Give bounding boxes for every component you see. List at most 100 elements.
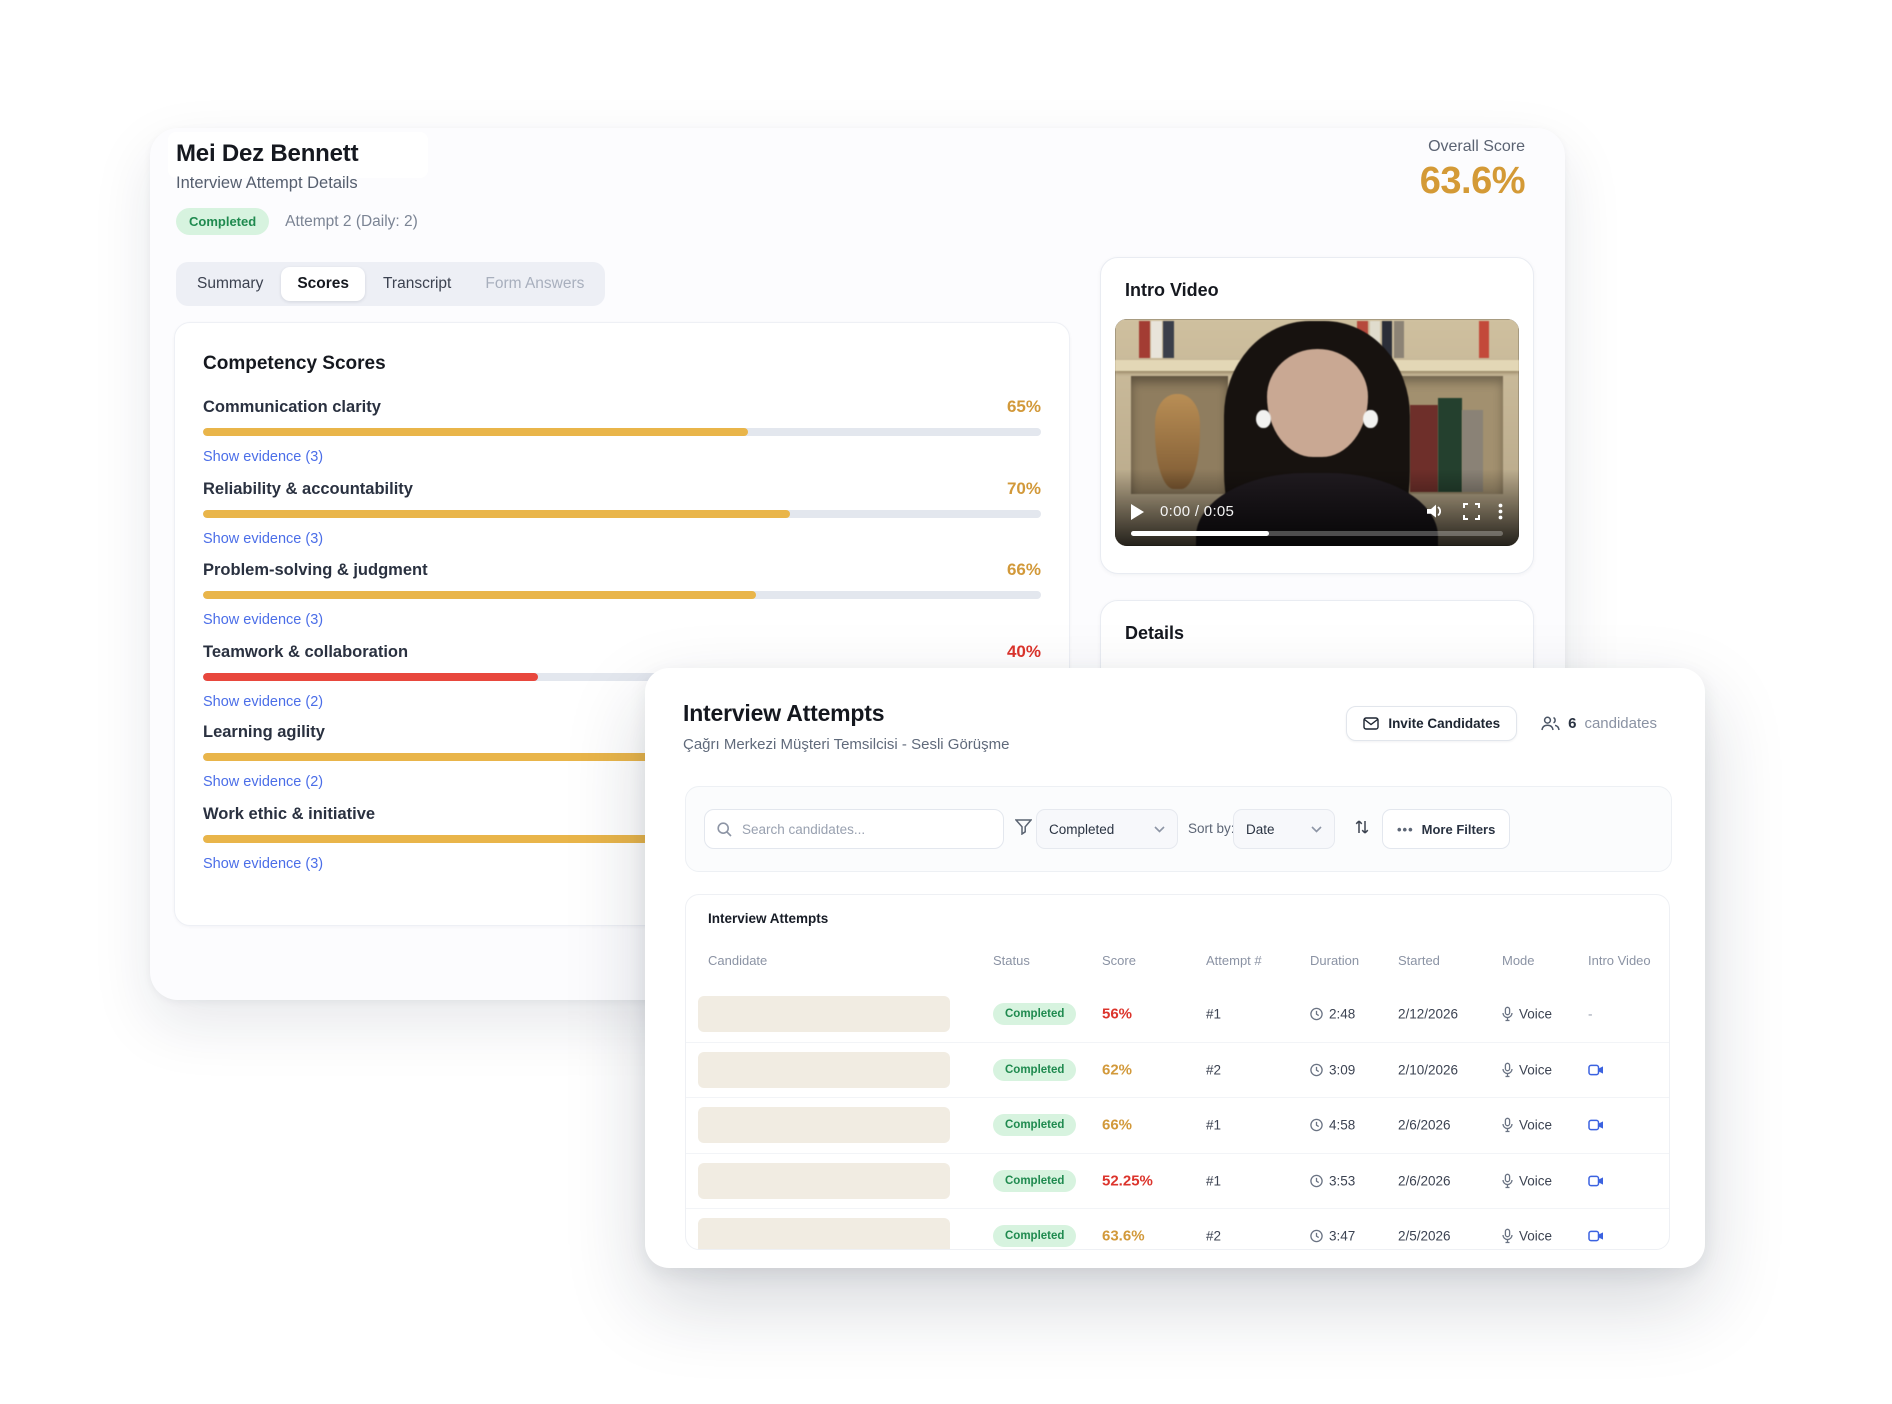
table-row[interactable]: Completed 66% #1 4:58 2/6/2026 Voice [686, 1097, 1669, 1153]
show-evidence-link[interactable]: Show evidence (3) [203, 856, 323, 872]
microphone-icon [1502, 1228, 1513, 1244]
row-attempt-number: #1 [1206, 1006, 1222, 1022]
show-evidence-link[interactable]: Show evidence (3) [203, 612, 323, 628]
overall-score: Overall Score 63.6% [1419, 138, 1526, 203]
microphone-icon [1502, 1062, 1513, 1077]
search-candidates-box[interactable] [704, 809, 1004, 849]
competency-score-value: 40% [1006, 641, 1041, 661]
tab-transcript[interactable]: Transcript [367, 267, 467, 301]
show-evidence-link[interactable]: Show evidence (3) [203, 449, 323, 465]
column-header-started: Started [1398, 953, 1440, 968]
row-status-badge: Completed [993, 1225, 1077, 1248]
sort-direction-icon[interactable] [1354, 818, 1370, 836]
sort-select[interactable]: Date [1233, 809, 1335, 849]
fullscreen-icon[interactable] [1463, 503, 1480, 520]
competency-progress-fill [203, 509, 790, 518]
row-mode: Voice [1502, 1007, 1552, 1022]
attempts-table: Interview Attempts Candidate Status Score A… [685, 894, 1670, 1250]
chevron-down-icon [1311, 825, 1322, 833]
clock-icon [1310, 1063, 1323, 1076]
show-evidence-link[interactable]: Show evidence (2) [203, 774, 323, 790]
video-camera-icon[interactable] [1588, 1230, 1604, 1242]
column-header-score: Score [1102, 953, 1136, 968]
attempt-info: Attempt 2 (Daily: 2) [285, 212, 418, 230]
table-row[interactable]: Completed 62% #2 3:09 2/10/2026 Voice [686, 1041, 1669, 1098]
competency-score-value: 66% [1006, 560, 1041, 579]
table-section-title: Interview Attempts [708, 911, 829, 926]
row-intro-video [1588, 1175, 1604, 1187]
details-title: Details [1125, 623, 1185, 643]
row-started-date: 2/10/2026 [1398, 1062, 1459, 1078]
volume-icon[interactable] [1426, 503, 1445, 520]
table-row[interactable]: Completed 52.25% #1 3:53 2/6/2026 Voice [686, 1152, 1669, 1209]
table-header-row: Candidate Status Score Attempt # Duration Sta… [686, 953, 1669, 977]
row-started-date: 2/5/2026 [1398, 1228, 1451, 1244]
video-camera-icon[interactable] [1588, 1119, 1604, 1131]
table-row[interactable]: Completed 56% #1 2:48 2/12/2026 Voice - [686, 987, 1669, 1042]
filter-funnel-icon[interactable] [1015, 819, 1032, 835]
column-header-duration: Duration [1310, 953, 1360, 968]
row-duration: 4:58 [1310, 1118, 1355, 1133]
row-duration: 3:47 [1310, 1229, 1355, 1244]
table-rows: Completed 56% #1 2:48 2/12/2026 Voice - … [686, 987, 1669, 1249]
play-button-icon[interactable] [1131, 503, 1144, 520]
competency-progress-track [203, 509, 1041, 518]
video-progress-bar[interactable] [1131, 531, 1503, 536]
video-player[interactable]: 0:00 / 0:05 [1115, 319, 1519, 546]
clock-icon [1310, 1230, 1323, 1243]
competency-row: Reliability & accountability 70% Show ev… [203, 479, 1041, 561]
tab-summary[interactable]: Summary [181, 267, 279, 301]
row-status-badge: Completed [993, 1169, 1077, 1192]
intro-video-card: Intro Video 0:00 / 0:05 [1100, 257, 1534, 574]
row-duration: 3:09 [1310, 1062, 1355, 1077]
column-header-intro-video: Intro Video [1588, 953, 1651, 968]
show-evidence-link[interactable]: Show evidence (3) [203, 531, 323, 547]
show-evidence-link[interactable]: Show evidence (2) [203, 694, 323, 710]
row-duration: 3:53 [1310, 1173, 1355, 1188]
microphone-icon [1502, 1006, 1513, 1022]
competency-label: Problem-solving & judgment [203, 561, 428, 579]
candidate-count: 6 candidates [1541, 715, 1657, 732]
tab-form-answers[interactable]: Form Answers [469, 267, 600, 301]
video-progress-fill [1131, 531, 1269, 536]
competency-progress-track [203, 591, 1041, 599]
tab-scores[interactable]: Scores [281, 267, 366, 301]
competency-label: Learning agility [203, 723, 325, 741]
row-score: 56% [1102, 1005, 1133, 1023]
row-score: 52.25% [1102, 1172, 1153, 1190]
ellipsis-icon: ••• [1397, 821, 1414, 837]
row-attempt-number: #1 [1206, 1117, 1222, 1133]
row-intro-video [1588, 1064, 1604, 1076]
table-row[interactable]: Completed 63.6% #2 3:47 2/5/2026 Voice [686, 1208, 1669, 1249]
row-score: 66% [1102, 1116, 1133, 1134]
competency-label: Work ethic & initiative [203, 804, 376, 823]
envelope-icon [1363, 717, 1380, 730]
more-options-icon[interactable] [1498, 503, 1503, 520]
competency-progress-fill [203, 591, 757, 599]
overall-score-value: 63.6% [1419, 160, 1526, 202]
status-row: Completed Attempt 2 (Daily: 2) [176, 208, 418, 235]
competency-label: Teamwork & collaboration [203, 642, 409, 661]
row-mode: Voice [1502, 1229, 1552, 1244]
invite-candidates-button[interactable]: Invite Candidates [1346, 706, 1518, 741]
intro-video-title: Intro Video [1125, 280, 1219, 300]
video-camera-icon[interactable] [1588, 1175, 1604, 1187]
clock-icon [1310, 1119, 1323, 1132]
earbud-right [1363, 409, 1378, 428]
row-mode: Voice [1502, 1173, 1552, 1188]
search-icon [717, 821, 732, 837]
competency-progress-fill [203, 428, 748, 436]
status-badge: Completed [176, 208, 270, 235]
competency-score-value: 65% [1006, 397, 1041, 416]
candidate-redacted-block [698, 1107, 950, 1144]
row-status-badge: Completed [993, 1114, 1077, 1137]
person-face [1266, 348, 1368, 458]
more-filters-button[interactable]: ••• More Filters [1382, 809, 1511, 849]
attempts-subtitle: Çağrı Merkezi Müşteri Temsilcisi - Sesli… [683, 736, 1010, 753]
video-camera-icon[interactable] [1588, 1064, 1604, 1076]
search-input[interactable] [740, 820, 991, 838]
row-attempt-number: #1 [1206, 1173, 1222, 1189]
status-filter-select[interactable]: Completed [1036, 809, 1178, 849]
row-intro-video [1588, 1230, 1604, 1242]
overall-score-label: Overall Score [1428, 138, 1525, 155]
